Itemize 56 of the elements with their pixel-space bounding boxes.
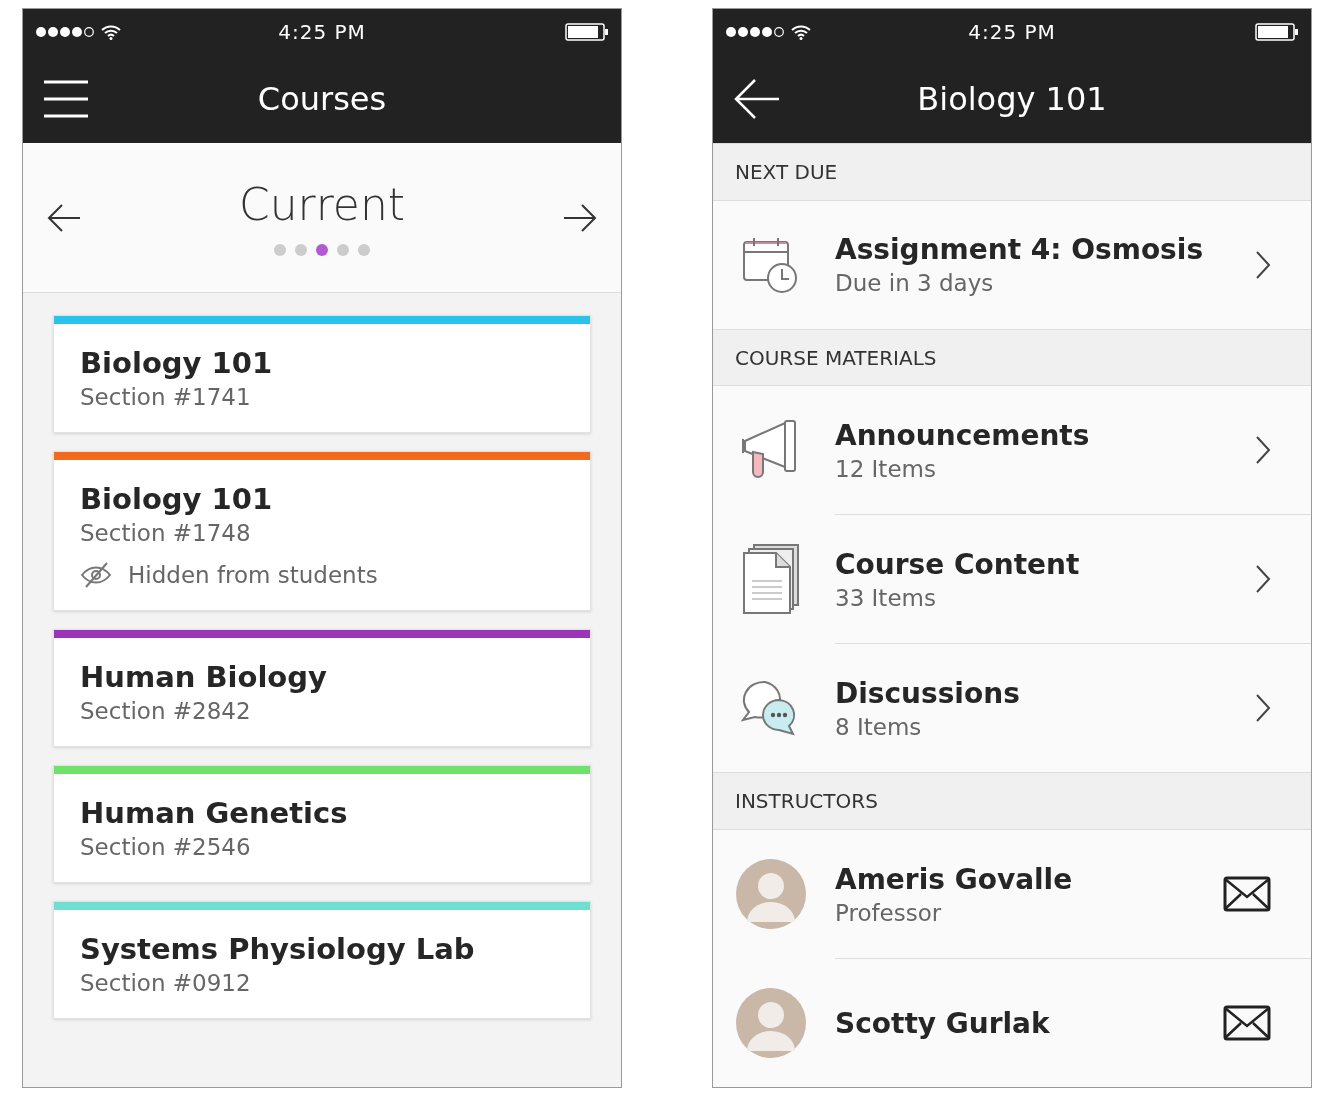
- arrow-left-icon[interactable]: [47, 202, 81, 233]
- battery-icon: [1255, 23, 1299, 41]
- mail-icon[interactable]: [1223, 876, 1271, 912]
- course-section: Section #1741: [80, 384, 564, 410]
- page-dot[interactable]: [295, 244, 307, 256]
- row-subtitle: 8 Items: [835, 713, 923, 740]
- row-title: Scotty Gurlak: [835, 1006, 1051, 1040]
- course-section: Section #1748: [80, 520, 564, 546]
- screen-title: Biology 101: [917, 80, 1107, 118]
- document-icon: [742, 543, 800, 616]
- course-title: Biology 101: [80, 482, 274, 516]
- page-dot[interactable]: [316, 244, 328, 256]
- course-title: Systems Physiology Lab: [80, 932, 476, 966]
- wifi-icon: [101, 24, 121, 40]
- chevron-right-icon[interactable]: [1255, 249, 1271, 280]
- battery-icon: [565, 23, 609, 41]
- row-title: Assignment 4: Osmosis: [835, 233, 1205, 267]
- status-time: 4:25 PM: [278, 20, 366, 44]
- section-heading: NEXT DUE: [735, 159, 838, 184]
- course-section: Section #0912: [80, 970, 564, 996]
- mail-icon[interactable]: [1223, 1005, 1271, 1041]
- chevron-right-icon[interactable]: [1255, 435, 1271, 466]
- back-arrow-icon[interactable]: [733, 78, 781, 120]
- arrow-right-icon[interactable]: [563, 202, 597, 233]
- page-dot[interactable]: [358, 244, 370, 256]
- course-section: Section #2546: [80, 834, 564, 860]
- course-section: Section #2842: [80, 698, 564, 724]
- course-title: Human Biology: [80, 660, 328, 694]
- row-subtitle: 12 Items: [835, 455, 937, 482]
- signal-icon: [35, 26, 95, 38]
- hidden-note: Hidden from students: [128, 562, 378, 588]
- row-subtitle: Professor: [835, 899, 943, 926]
- course-title: Human Genetics: [80, 796, 349, 830]
- row-title: Discussions: [835, 676, 1021, 710]
- avatar-placeholder: [735, 858, 807, 930]
- eye-slash-icon: [80, 562, 112, 588]
- section-heading: COURSE MATERIALS: [735, 345, 937, 370]
- row-subtitle: Due in 3 days: [835, 270, 995, 297]
- status-time: 4:25 PM: [968, 20, 1056, 44]
- chevron-right-icon[interactable]: [1255, 564, 1271, 595]
- signal-icon: [725, 26, 785, 38]
- page-dot[interactable]: [337, 244, 349, 256]
- chevron-right-icon[interactable]: [1255, 693, 1271, 724]
- row-title: Course Content: [835, 547, 1081, 581]
- menu-icon[interactable]: [43, 80, 89, 118]
- term-label: Current: [239, 179, 405, 230]
- page-dot[interactable]: [274, 244, 286, 256]
- row-subtitle: 33 Items: [835, 584, 937, 611]
- avatar-placeholder: [735, 987, 807, 1059]
- row-title: Announcements: [835, 418, 1091, 452]
- screen-title: Courses: [257, 80, 387, 118]
- row-title: Ameris Govalle: [835, 862, 1074, 896]
- wifi-icon: [791, 24, 811, 40]
- course-title: Biology 101: [80, 346, 274, 380]
- calendar-clock-icon: [742, 235, 800, 294]
- section-heading: INSTRUCTORS: [735, 789, 878, 814]
